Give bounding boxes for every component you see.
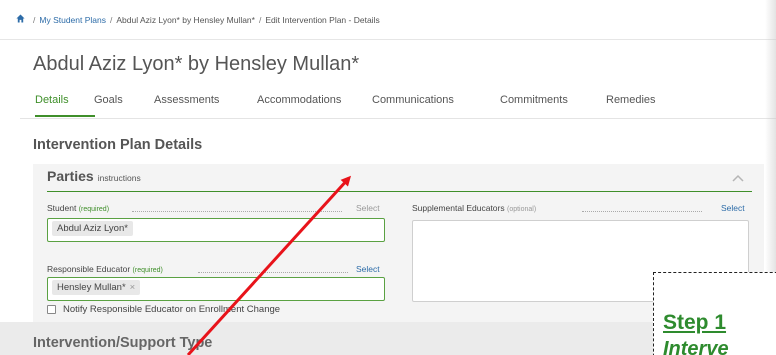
student-chip: Abdul Aziz Lyon* — [52, 221, 133, 236]
student-dotted-leader — [132, 211, 342, 212]
tab-goals[interactable]: Goals — [94, 94, 123, 106]
breadcrumb-separator: / — [33, 14, 36, 25]
tab-assessments[interactable]: Assessments — [154, 94, 219, 106]
parties-divider — [47, 191, 752, 192]
breadcrumb-plan-name: Abdul Aziz Lyon* by Hensley Mullan* — [116, 14, 255, 25]
supplemental-label: Supplemental Educators (optional) — [412, 203, 536, 213]
page-title: Abdul Aziz Lyon* by Hensley Mullan* — [33, 53, 360, 75]
student-label-text: Student — [47, 203, 77, 213]
responsible-label: Responsible Educator (required) — [47, 264, 163, 274]
responsible-required-tag: (required) — [132, 267, 163, 274]
tabs-divider — [20, 118, 776, 119]
supplemental-label-text: Supplemental Educators — [412, 203, 505, 213]
student-required-tag: (required) — [78, 206, 110, 213]
breadcrumb-current-page: Edit Intervention Plan - Details — [265, 14, 380, 25]
tab-communications[interactable]: Communications — [372, 94, 454, 106]
student-select-link[interactable]: Select — [356, 203, 380, 213]
intervention-support-type-heading: Intervention/Support Type — [33, 335, 213, 351]
parties-title: Parties instructions — [47, 168, 141, 184]
supplemental-optional-tag: (optional) — [507, 206, 537, 213]
chevron-up-icon[interactable] — [731, 173, 745, 183]
instructions-link[interactable]: instructions — [98, 173, 141, 183]
step-callout-subtitle: Interve — [663, 338, 729, 355]
active-tab-indicator — [35, 115, 95, 117]
tab-commitments[interactable]: Commitments — [500, 94, 568, 106]
notify-checkbox[interactable] — [47, 305, 56, 314]
tab-remedies[interactable]: Remedies — [606, 94, 656, 106]
breadcrumb-separator: / — [110, 14, 113, 25]
responsible-chip: Hensley Mullan* × — [52, 280, 141, 295]
breadcrumb: / My Student Plans / Abdul Aziz Lyon* by… — [0, 0, 776, 40]
home-icon[interactable] — [16, 14, 25, 25]
notify-checkbox-label: Notify Responsible Educator on Enrollmen… — [63, 304, 281, 315]
breadcrumb-my-student-plans[interactable]: My Student Plans — [39, 15, 106, 25]
step-callout-title: Step 1 — [663, 311, 727, 334]
supplemental-dotted-leader — [582, 211, 702, 212]
tab-details[interactable]: Details — [35, 94, 69, 106]
responsible-label-text: Responsible Educator — [47, 264, 131, 274]
student-chip-text: Abdul Aziz Lyon* — [57, 223, 128, 234]
responsible-dotted-leader — [198, 272, 348, 273]
supplemental-select-link[interactable]: Select — [721, 203, 745, 213]
breadcrumb-separator: / — [258, 14, 262, 25]
responsible-chip-text: Hensley Mullan* — [57, 282, 126, 293]
remove-chip-icon[interactable]: × — [130, 282, 136, 293]
student-label: Student (required) — [47, 203, 109, 213]
section-heading: Intervention Plan Details — [33, 137, 203, 153]
parties-title-text: Parties — [47, 168, 94, 184]
responsible-select-link[interactable]: Select — [356, 264, 380, 274]
tab-accommodations[interactable]: Accommodations — [257, 94, 341, 106]
